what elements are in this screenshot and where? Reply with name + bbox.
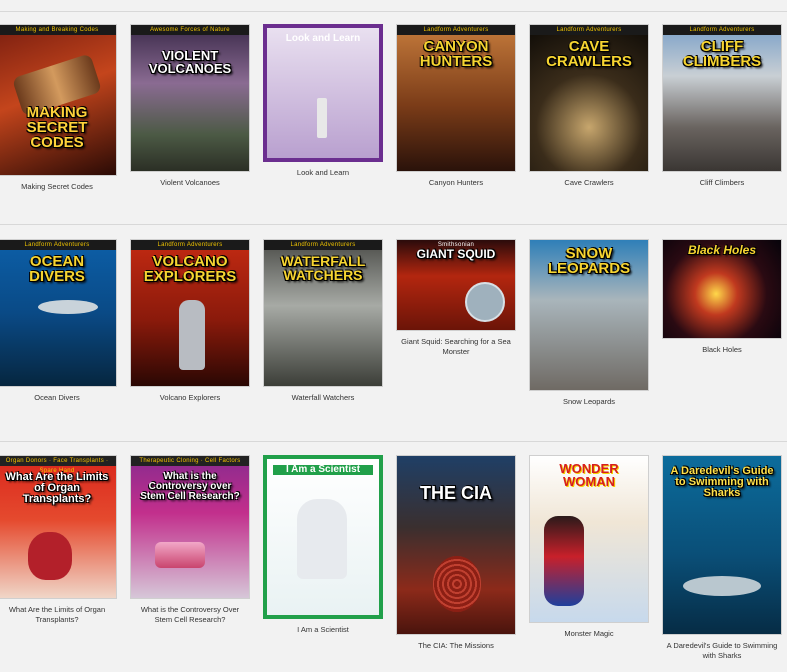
book-cover[interactable]: Look and Learn <box>263 24 383 162</box>
explorer-figure <box>179 300 205 370</box>
cover-title: Canyon Hunters <box>419 38 493 70</box>
cover-series: Landform Adventurers <box>663 25 781 35</box>
book-caption[interactable]: What Are the Limits of Organ Transplants… <box>0 605 117 625</box>
cover-series: Landform Adventurers <box>264 240 382 250</box>
book-caption[interactable]: Look and Learn <box>263 168 383 178</box>
book-canyon-hunters[interactable]: Landform Adventurers Canyon Hunters Cany… <box>396 24 516 188</box>
cover-series: Landform Adventurers <box>397 25 515 35</box>
heart-organ-art <box>28 532 72 580</box>
cover-series: Therapeutic Cloning · Cell Factors <box>131 456 249 466</box>
cover-title: Cliff Climbers <box>682 38 762 70</box>
book-ocean-divers[interactable]: Landform Adventurers Ocean Divers Ocean … <box>0 239 117 403</box>
seal-badge <box>465 282 505 322</box>
book-cliff-climbers[interactable]: Landform Adventurers Cliff Climbers Clif… <box>662 24 782 188</box>
cover-title: Look and Learn <box>285 33 361 44</box>
cover-title: The CIA <box>420 483 492 503</box>
book-cover[interactable]: Black Holes <box>662 239 782 339</box>
book-cover[interactable]: Smithsonian Giant Squid <box>396 239 516 331</box>
book-caption[interactable]: Ocean Divers <box>0 393 117 403</box>
book-caption[interactable]: Giant Squid: Searching for a Sea Monster <box>396 337 516 357</box>
book-organ-transplants[interactable]: Organ Donors · Face Transplants · Spare … <box>0 455 117 625</box>
book-cover[interactable]: Snow Leopards <box>529 239 649 391</box>
book-caption[interactable]: Canyon Hunters <box>396 178 516 188</box>
book-cover[interactable]: Landform Adventurers Waterfall Watchers <box>263 239 383 387</box>
book-swimming-with-sharks[interactable]: A Daredevil's Guide to Swimming with Sha… <box>662 455 782 661</box>
cover-title: Wonder Woman <box>559 461 619 489</box>
fingerprint-art <box>433 556 481 612</box>
book-caption[interactable]: Cave Crawlers <box>529 178 649 188</box>
row-divider <box>0 11 787 12</box>
book-cover[interactable]: Landform Adventurers Volcano Explorers <box>130 239 250 387</box>
book-caption[interactable]: Snow Leopards <box>529 397 649 407</box>
hero-figure-art <box>544 516 584 606</box>
book-caption[interactable]: A Daredevil's Guide to Swimming with Sha… <box>662 641 782 661</box>
cover-series: Awesome Forces of Nature <box>131 25 249 35</box>
book-cover[interactable]: Wonder Woman <box>529 455 649 623</box>
book-cave-crawlers[interactable]: Landform Adventurers Cave Crawlers Cave … <box>529 24 649 188</box>
book-cover[interactable]: Therapeutic Cloning · Cell Factors What … <box>130 455 250 599</box>
scientist-art <box>297 499 347 579</box>
cover-title: I Am a Scientist <box>273 465 373 475</box>
book-caption[interactable]: Cliff Climbers <box>662 178 782 188</box>
book-caption[interactable]: Making Secret Codes <box>0 182 117 192</box>
book-caption[interactable]: Violent Volcanoes <box>130 178 250 188</box>
book-cover[interactable]: Landform Adventurers Cave Crawlers <box>529 24 649 172</box>
book-i-am-a-scientist[interactable]: I Am a Scientist I Am a Scientist <box>263 455 383 635</box>
cover-series: Making and Breaking Codes <box>0 25 116 35</box>
cover-title: Making Secret Codes <box>26 104 88 151</box>
book-making-secret-codes[interactable]: Making and Breaking Codes Making Secret … <box>0 24 117 192</box>
book-caption[interactable]: Volcano Explorers <box>130 393 250 403</box>
cover-series: Landform Adventurers <box>530 25 648 35</box>
cover-title: Black Holes <box>687 243 757 257</box>
book-cover[interactable]: The CIA <box>396 455 516 635</box>
microscope-icon <box>317 98 327 138</box>
book-caption[interactable]: What is the Controversy Over Stem Cell R… <box>130 605 250 625</box>
book-caption[interactable]: Waterfall Watchers <box>263 393 383 403</box>
book-cover[interactable]: Landform Adventurers Ocean Divers <box>0 239 117 387</box>
cover-title: A Daredevil's Guide to Swimming with Sha… <box>670 465 774 499</box>
row-divider <box>0 441 787 442</box>
shark-art <box>683 576 761 596</box>
book-caption[interactable]: Monster Magic <box>529 629 649 639</box>
book-cover[interactable]: Landform Adventurers Cliff Climbers <box>662 24 782 172</box>
cover-title: What Are the Limits of Organ Transplants… <box>5 471 109 505</box>
book-snow-leopards[interactable]: Snow Leopards Snow Leopards <box>529 239 649 407</box>
cover-title: Ocean Divers <box>29 253 85 285</box>
book-violent-volcanoes[interactable]: Awesome Forces of Nature Violent Volcano… <box>130 24 250 188</box>
cover-series: Landform Adventurers <box>131 240 249 250</box>
book-volcano-explorers[interactable]: Landform Adventurers Volcano Explorers V… <box>130 239 250 403</box>
shark-art <box>38 300 98 314</box>
cover-series: Organ Donors · Face Transplants · Spare … <box>0 456 116 474</box>
cover-series: Landform Adventurers <box>0 240 116 250</box>
book-caption[interactable]: The CIA: The Missions <box>396 641 516 651</box>
book-stem-cell[interactable]: Therapeutic Cloning · Cell Factors What … <box>130 455 250 625</box>
book-cover[interactable]: A Daredevil's Guide to Swimming with Sha… <box>662 455 782 635</box>
cover-title: What is the Controversy over Stem Cell R… <box>140 471 240 502</box>
cover-title: Snow Leopards <box>547 245 631 277</box>
book-cover[interactable]: Awesome Forces of Nature Violent Volcano… <box>130 24 250 172</box>
book-waterfall-watchers[interactable]: Landform Adventurers Waterfall Watchers … <box>263 239 383 403</box>
book-monster-magic[interactable]: Wonder Woman Monster Magic <box>529 455 649 639</box>
book-giant-squid[interactable]: Smithsonian Giant Squid Giant Squid: Sea… <box>396 239 516 357</box>
petri-dish-art <box>155 542 205 568</box>
row-divider <box>0 224 787 225</box>
cover-title: Waterfall Watchers <box>280 253 366 283</box>
book-caption[interactable]: I Am a Scientist <box>263 625 383 635</box>
cover-title: Violent Volcanoes <box>148 48 232 76</box>
book-cover[interactable]: Organ Donors · Face Transplants · Spare … <box>0 455 117 599</box>
book-look-and-learn[interactable]: Look and Learn Look and Learn <box>263 24 383 178</box>
book-caption[interactable]: Black Holes <box>662 345 782 355</box>
book-cover[interactable]: Making and Breaking Codes Making Secret … <box>0 24 117 176</box>
cover-title: Volcano Explorers <box>143 253 237 285</box>
cover-title: Giant Squid <box>416 247 496 261</box>
book-cover[interactable]: I Am a Scientist <box>263 455 383 619</box>
cover-title: Cave Crawlers <box>546 38 632 70</box>
book-black-holes[interactable]: Black Holes Black Holes <box>662 239 782 355</box>
book-the-cia[interactable]: The CIA The CIA: The Missions <box>396 455 516 651</box>
book-cover[interactable]: Landform Adventurers Canyon Hunters <box>396 24 516 172</box>
